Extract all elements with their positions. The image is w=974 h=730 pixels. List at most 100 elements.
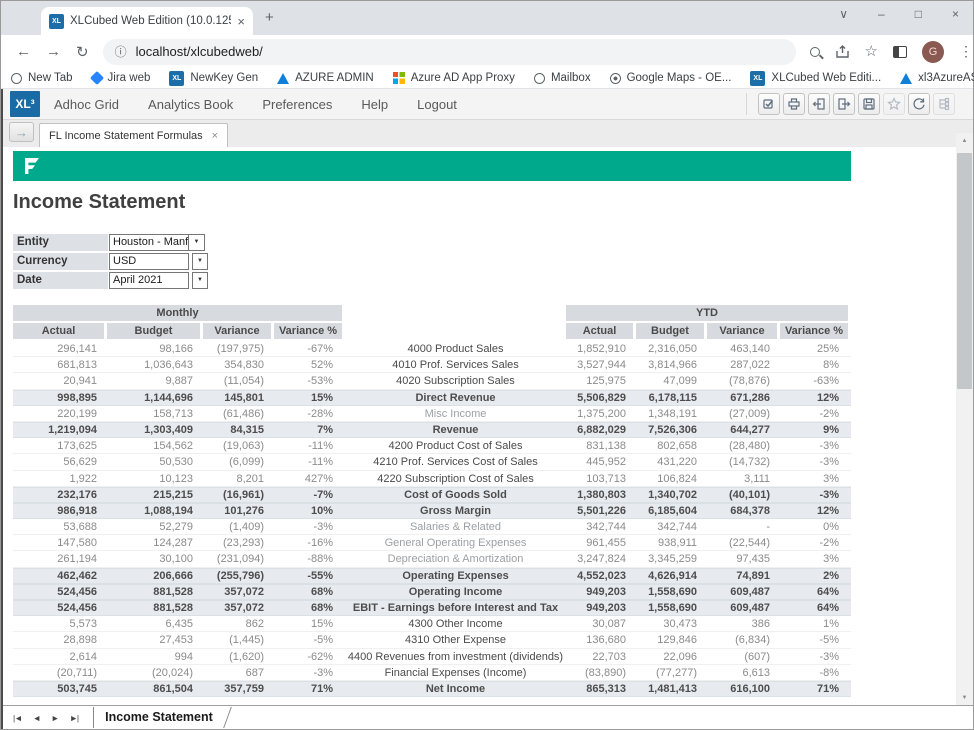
profile-avatar[interactable]: G [922,41,944,63]
back-icon[interactable]: ← [16,43,31,60]
share-icon[interactable] [835,45,850,59]
sheet-next-icon[interactable]: ► [51,713,58,723]
report-tab-close-icon[interactable]: × [212,130,218,142]
ytd-cell: 64% [780,600,851,616]
ytd-cell: (77,277) [636,665,707,681]
bookmark-item[interactable]: New Tab [11,72,73,84]
nav-adhoc-grid[interactable]: Adhoc Grid [54,97,119,112]
maximize-button[interactable]: □ [915,7,922,21]
ytd-cell: -3% [780,438,851,454]
scroll-up-icon[interactable]: ▲ [956,133,973,148]
monthly-cell: -16% [274,535,345,551]
monthly-cell: 681,813 [13,357,107,373]
monthly-cell: -88% [274,551,345,567]
bookmark-item[interactable]: Google Maps - OE... [610,72,732,84]
monthly-cell: 296,141 [13,341,107,357]
entity-filter-value[interactable]: Houston - Manf [109,234,189,251]
monthly-cell: 98,166 [107,341,203,357]
save-icon[interactable] [858,93,880,115]
table-row: 5,5736,43586215%4300 Other Income30,0873… [13,616,851,632]
bookmark-item[interactable]: XLNewKey Gen [169,71,258,86]
reload-icon[interactable]: ↻ [76,43,89,61]
table-row: 1,219,0941,303,40984,3157%Revenue6,882,0… [13,422,851,438]
currency-dropdown-icon[interactable]: ▼ [192,253,208,270]
ytd-cell: 386 [707,616,780,632]
side-panel-icon[interactable] [893,46,907,58]
ytd-cell: 4,552,023 [566,568,636,584]
print-icon[interactable] [783,93,805,115]
bookmark-item[interactable]: AZURE ADMIN [277,72,374,84]
monthly-cell: -62% [274,649,345,665]
import-book-icon[interactable] [833,93,855,115]
monthly-cell: (11,054) [203,373,274,389]
sheet-tab-income-statement[interactable]: Income Statement [93,707,237,728]
address-bar[interactable]: ⓘ localhost/xlcubedweb/ [103,39,796,65]
close-button[interactable]: × [952,7,959,21]
ytd-cell: 949,203 [566,584,636,600]
row-label: Financial Expenses (Income) [345,665,566,681]
tab-close-icon[interactable]: × [237,14,245,29]
ytd-cell: 6,882,029 [566,422,636,438]
entity-dropdown-icon[interactable]: ▼ [189,234,205,251]
ytd-cell: 12% [780,390,851,406]
row-label: 4310 Other Expense [345,632,566,648]
monthly-cell: 15% [274,390,345,406]
scrollbar-thumb[interactable] [957,153,972,389]
bookmark-item[interactable]: Mailbox [534,72,591,84]
refresh-icon[interactable] [908,93,930,115]
vertical-scrollbar[interactable]: ▲ ▼ [956,133,973,705]
export-book-icon[interactable] [808,93,830,115]
bookmark-star-icon[interactable]: ☆ [865,44,878,59]
site-info-icon[interactable]: ⓘ [115,43,127,60]
browser-menu-icon[interactable]: ⋮ [959,43,973,60]
date-filter-value[interactable]: April 2021 [109,272,189,289]
ytd-cell: 125,975 [566,373,636,389]
nav-preferences[interactable]: Preferences [262,97,332,112]
ytd-cell: 463,140 [707,341,780,357]
scroll-down-icon[interactable]: ▼ [956,690,973,705]
minimize-button[interactable]: – [878,7,885,21]
ytd-cell: (607) [707,649,780,665]
bookmark-item[interactable]: XLXLCubed Web Editi... [750,71,881,86]
sheet-last-icon[interactable]: ►| [69,713,78,723]
date-dropdown-icon[interactable]: ▼ [192,272,208,289]
bookmark-item[interactable]: xl3AzureAS - Micro... [900,72,974,84]
bookmark-item[interactable]: Azure AD App Proxy [393,72,515,84]
browser-tab[interactable]: XL XLCubed Web Edition (10.0.125.0 × [41,7,253,35]
monthly-cell: 30,100 [107,551,203,567]
nav-logout[interactable]: Logout [417,97,457,112]
zoom-icon[interactable] [810,47,820,57]
monthly-cell: 994 [107,649,203,665]
nav-help[interactable]: Help [361,97,388,112]
nav-analytics-book[interactable]: Analytics Book [148,97,233,112]
monthly-group-header: Monthly [13,305,345,321]
ytd-cell: 287,022 [707,357,780,373]
bookmark-item[interactable]: Jira web [92,72,151,84]
bookmark-label: xl3AzureAS - Micro... [918,72,974,84]
globe-favicon [534,73,545,84]
edit-check-icon[interactable] [758,93,780,115]
report-tab[interactable]: FL Income Statement Formulas × [39,123,228,147]
jira-favicon [89,71,103,85]
ytd-cell: (22,544) [707,535,780,551]
tab-search-icon[interactable]: ∨ [839,7,848,21]
row-label: 4200 Product Cost of Sales [345,438,566,454]
monthly-cell: 687 [203,665,274,681]
monthly-cell: 7% [274,422,345,438]
row-label: 4010 Prof. Services Sales [345,357,566,373]
ytd-cell: 97,435 [707,551,780,567]
ytd-cell: -2% [780,535,851,551]
sheet-first-icon[interactable]: |◄ [13,713,22,723]
url-text[interactable]: localhost/xlcubedweb/ [136,44,263,59]
currency-filter-value[interactable]: USD [109,253,189,270]
forward-icon[interactable]: → [46,43,61,60]
gear-favicon [610,73,621,84]
monthly-cell: (6,099) [203,454,274,470]
report-tab-forward-icon[interactable]: → [9,122,34,142]
monthly-cell: 154,562 [107,438,203,454]
table-row: 53,68852,279(1,409)-3%Salaries & Related… [13,519,851,535]
row-label: General Operating Expenses [345,535,566,551]
monthly-cell: 861,504 [107,681,203,697]
sheet-prev-icon[interactable]: ◄ [33,713,40,723]
new-tab-button[interactable]: + [265,9,274,26]
